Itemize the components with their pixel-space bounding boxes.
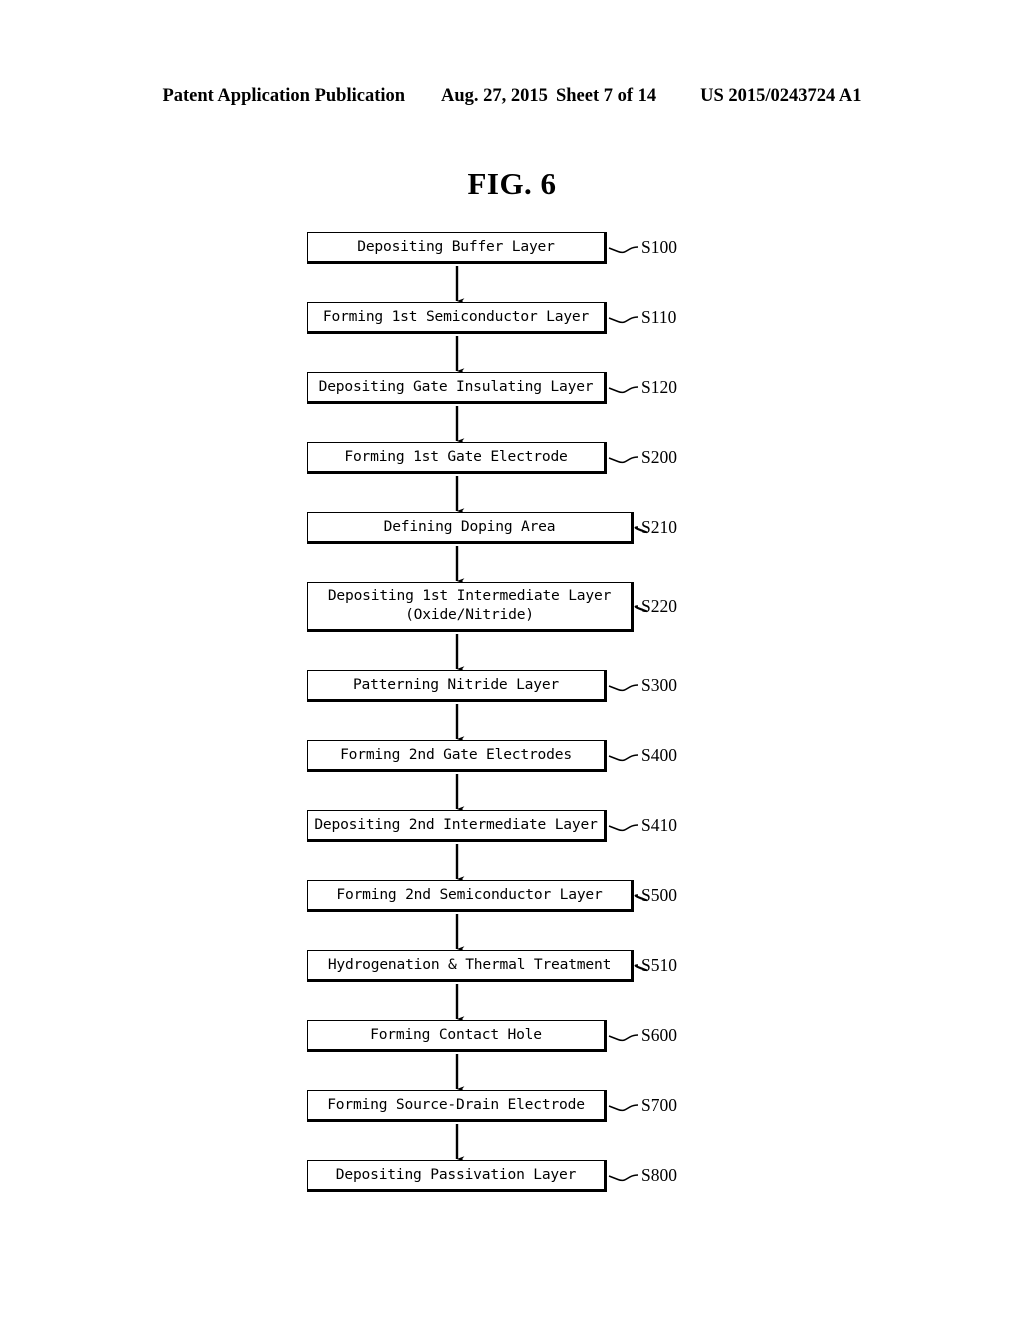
flow-node-s100: Depositing Buffer Layer bbox=[307, 232, 607, 264]
flow-node-label: Hydrogenation & Thermal Treatment bbox=[327, 955, 612, 973]
step-tag-s400: S400 bbox=[641, 745, 677, 765]
step-tag-s800: S800 bbox=[641, 1165, 677, 1185]
flow-node-label: Forming 1st Gate Electrode bbox=[344, 447, 568, 465]
step-tag-s120: S120 bbox=[641, 377, 677, 397]
flow-node-s120: Depositing Gate Insulating Layer bbox=[307, 372, 607, 404]
step-tag-s200: S200 bbox=[641, 447, 677, 467]
step-tag-s600: S600 bbox=[641, 1025, 677, 1045]
flow-node-label: Patterning Nitride Layer bbox=[352, 675, 560, 693]
flowchart-diagram: Depositing Buffer Layer S100 Forming 1st S… bbox=[0, 0, 1024, 1320]
flow-node-s210: Defining Doping Area bbox=[307, 512, 634, 544]
step-tag-s100: S100 bbox=[641, 237, 677, 257]
flow-node-s400: Forming 2nd Gate Electrodes bbox=[307, 740, 607, 772]
step-tag-s700: S700 bbox=[641, 1095, 677, 1115]
flow-node-s220: Depositing 1st Intermediate Layer (Oxide… bbox=[307, 582, 634, 632]
flow-node-label: Depositing 2nd Intermediate Layer bbox=[314, 815, 598, 833]
flow-node-s300: Patterning Nitride Layer bbox=[307, 670, 607, 702]
flow-node-label: Depositing 1st Intermediate Layer (Oxide… bbox=[327, 587, 612, 623]
flow-node-s510: Hydrogenation & Thermal Treatment bbox=[307, 950, 634, 982]
step-tag-s410: S410 bbox=[641, 815, 677, 835]
flow-node-s600: Forming Contact Hole bbox=[307, 1020, 607, 1052]
flow-node-s700: Forming Source-Drain Electrode bbox=[307, 1090, 607, 1122]
step-tag-s300: S300 bbox=[641, 675, 677, 695]
flow-node-label: Depositing Gate Insulating Layer bbox=[318, 377, 594, 395]
flow-node-s500: Forming 2nd Semiconductor Layer bbox=[307, 880, 634, 912]
step-tag-s210: S210 bbox=[641, 517, 677, 537]
flow-node-s200: Forming 1st Gate Electrode bbox=[307, 442, 607, 474]
flow-node-label: Forming 1st Semiconductor Layer bbox=[322, 307, 590, 325]
flowchart-connectors bbox=[455, 246, 648, 1182]
step-tag-s220: S220 bbox=[641, 596, 677, 616]
flow-node-label: Forming Source-Drain Electrode bbox=[327, 1095, 585, 1113]
flow-node-label: Defining Doping Area bbox=[383, 517, 556, 535]
flow-node-label: Depositing Passivation Layer bbox=[335, 1165, 577, 1183]
step-tag-s110: S110 bbox=[641, 307, 677, 327]
flow-node-s110: Forming 1st Semiconductor Layer bbox=[307, 302, 607, 334]
step-tag-s500: S500 bbox=[641, 885, 677, 905]
flow-node-label: Forming 2nd Gate Electrodes bbox=[340, 745, 572, 763]
flow-node-s800: Depositing Passivation Layer bbox=[307, 1160, 607, 1192]
flow-node-label: Depositing Buffer Layer bbox=[357, 237, 555, 255]
flow-node-label: Forming Contact Hole bbox=[370, 1025, 542, 1043]
flow-node-label: Forming 2nd Semiconductor Layer bbox=[336, 885, 603, 903]
flow-node-s410: Depositing 2nd Intermediate Layer bbox=[307, 810, 607, 842]
step-tag-s510: S510 bbox=[641, 955, 677, 975]
